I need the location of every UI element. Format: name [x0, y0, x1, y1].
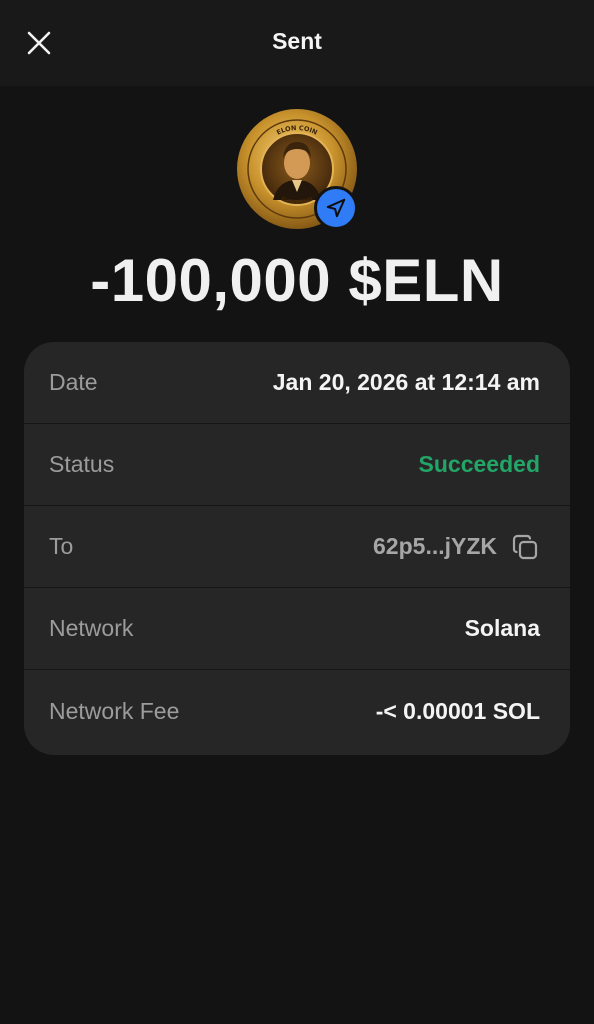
status-value: Succeeded	[418, 451, 540, 477]
transaction-details-card: Date Jan 20, 2026 at 12:14 am Status Suc…	[24, 342, 570, 755]
network-row: Network Solana	[24, 588, 570, 670]
network-fee-row: Network Fee -< 0.00001 SOL	[24, 670, 570, 752]
token-avatar: ELON COIN ELON COIN	[236, 108, 358, 230]
transaction-amount: -100,000 $ELN	[90, 247, 504, 314]
send-icon	[326, 198, 346, 218]
to-label: To	[49, 533, 74, 559]
status-row: Status Succeeded	[24, 424, 570, 506]
page-title: Sent	[272, 28, 322, 54]
network-fee-label: Network Fee	[49, 697, 180, 724]
recipient-address-group: 62p5...jYZK	[373, 532, 540, 562]
network-fee-value: -< 0.00001 SOL	[375, 697, 540, 724]
recipient-address: 62p5...jYZK	[373, 533, 497, 559]
date-row: Date Jan 20, 2026 at 12:14 am	[24, 342, 570, 424]
network-label: Network	[49, 615, 134, 641]
status-label: Status	[49, 451, 115, 477]
network-value: Solana	[464, 615, 540, 641]
date-value: Jan 20, 2026 at 12:14 am	[272, 369, 540, 395]
sent-badge	[314, 186, 358, 230]
date-label: Date	[49, 369, 98, 395]
copy-icon	[512, 534, 538, 559]
recipient-row: To 62p5...jYZK	[24, 506, 570, 588]
top-bar: Sent	[0, 0, 594, 86]
copy-address-button[interactable]	[510, 532, 540, 562]
